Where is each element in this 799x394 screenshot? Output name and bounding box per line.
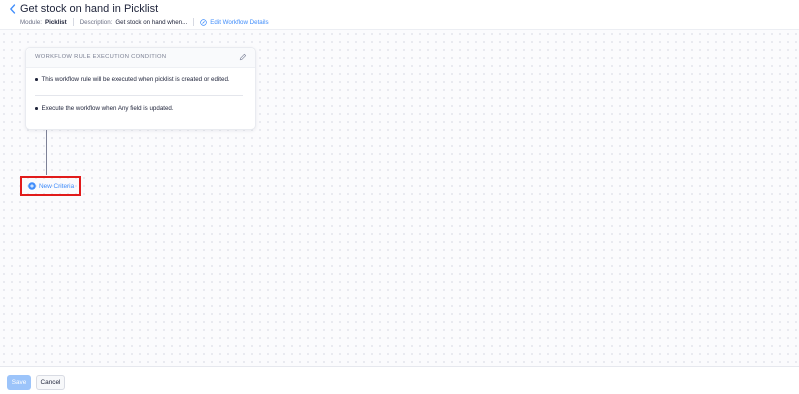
module-label: Module: xyxy=(20,18,43,26)
execution-condition-card: WORKFLOW RULE EXECUTION CONDITION This w… xyxy=(25,47,256,130)
condition-rule: This workflow rule will be executed when… xyxy=(35,76,230,83)
edit-workflow-details-label: Edit Workflow Details xyxy=(210,18,269,26)
condition-rule-text: Execute the workflow when Any field is u… xyxy=(41,105,174,112)
card-title: WORKFLOW RULE EXECUTION CONDITION xyxy=(35,54,167,60)
condition-rule: Execute the workflow when Any field is u… xyxy=(35,105,174,112)
edit-icon xyxy=(200,18,207,26)
condition-rule-text: This workflow rule will be executed when… xyxy=(41,76,230,83)
rule-divider xyxy=(35,95,243,96)
new-criteria-button[interactable]: New Criteria xyxy=(28,182,74,190)
bullet xyxy=(35,78,38,81)
bullet xyxy=(35,107,38,110)
page-header: Get stock on hand in Picklist Module: Pi… xyxy=(0,0,799,30)
back-arrow-icon[interactable] xyxy=(8,3,18,15)
workflow-meta: Module: Picklist Description: Get stock … xyxy=(20,17,269,27)
page-title: Get stock on hand in Picklist xyxy=(20,3,159,15)
edit-workflow-details-link[interactable]: Edit Workflow Details xyxy=(200,18,269,26)
description-value: Get stock on hand when... xyxy=(115,18,188,26)
new-criteria-label: New Criteria xyxy=(39,182,75,190)
module-value: Picklist xyxy=(45,18,67,26)
description-label: Description: xyxy=(79,18,113,26)
meta-divider xyxy=(193,18,195,26)
meta-divider xyxy=(72,18,74,26)
flow-connector-line xyxy=(46,130,47,175)
save-button[interactable]: Save xyxy=(7,375,31,390)
plus-circle-icon xyxy=(28,182,36,190)
card-header: WORKFLOW RULE EXECUTION CONDITION xyxy=(26,48,255,68)
pencil-icon[interactable] xyxy=(239,53,247,61)
action-footer: Save Cancel xyxy=(0,366,799,394)
cancel-button[interactable]: Cancel xyxy=(36,375,65,390)
